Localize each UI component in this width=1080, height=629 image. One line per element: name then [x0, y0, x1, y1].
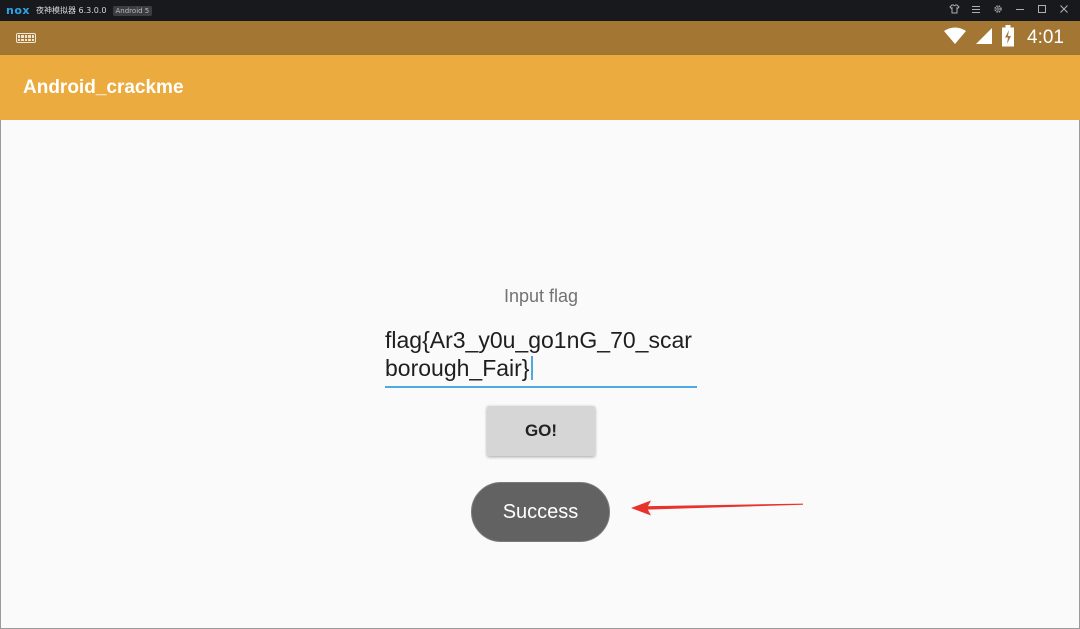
main-content: Input flag flag{Ar3_y0u_go1nG_70_scarbor… — [0, 120, 1080, 629]
minimize-icon[interactable] — [1014, 4, 1026, 17]
flag-input-value: flag{Ar3_y0u_go1nG_70_scarborough_Fair} — [385, 327, 692, 381]
close-icon[interactable] — [1058, 4, 1070, 17]
battery-charging-icon — [1001, 25, 1015, 51]
red-arrow-annotation — [631, 500, 803, 516]
gear-icon[interactable] — [992, 4, 1004, 17]
menu-icon[interactable] — [970, 5, 982, 17]
android-version-badge: Android 5 — [112, 5, 153, 16]
go-button[interactable]: GO! — [487, 406, 595, 456]
app-bar: Android_crackme — [0, 55, 1080, 120]
shirt-icon[interactable] — [948, 4, 960, 17]
keyboard-icon — [16, 33, 36, 43]
status-icons: 4:01 — [943, 25, 1064, 51]
maximize-icon[interactable] — [1036, 4, 1048, 17]
flag-input[interactable]: flag{Ar3_y0u_go1nG_70_scarborough_Fair} — [385, 326, 697, 388]
arrow-shaft — [643, 503, 803, 510]
input-flag-label: Input flag — [503, 286, 579, 306]
emulator-title-bar: nox 夜神模拟器 6.3.0.0 Android 5 — [0, 0, 1080, 21]
emulator-window-controls — [948, 4, 1074, 17]
status-time: 4:01 — [1027, 27, 1064, 48]
status-bar: 4:01 — [0, 21, 1080, 55]
nox-logo: nox — [6, 4, 30, 17]
signal-icon — [975, 27, 993, 49]
emulator-title: 夜神模拟器 6.3.0.0 — [35, 6, 107, 15]
app-title: Android_crackme — [23, 76, 184, 98]
wifi-icon — [943, 27, 967, 49]
success-toast: Success — [471, 482, 610, 542]
text-cursor — [530, 356, 533, 380]
